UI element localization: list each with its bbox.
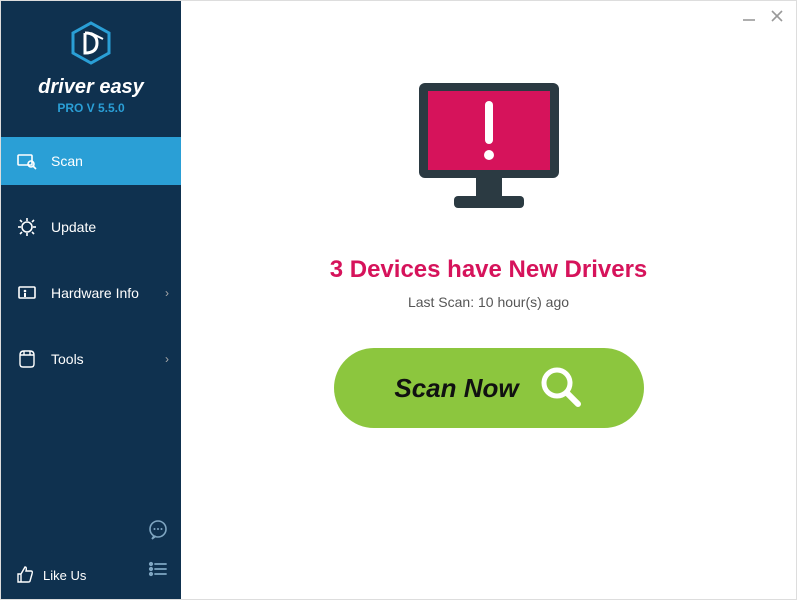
info-icon <box>17 283 39 303</box>
scan-now-button[interactable]: Scan Now <box>334 348 644 428</box>
nav-label: Update <box>51 219 96 235</box>
window-controls <box>742 9 784 28</box>
nav: Scan Update Hardware Info › <box>1 137 181 383</box>
app-logo-icon <box>67 19 115 67</box>
thumbs-up-icon <box>15 564 35 587</box>
scan-icon <box>17 151 39 171</box>
nav-label: Tools <box>51 351 84 367</box>
sidebar-item-tools[interactable]: Tools › <box>1 335 181 383</box>
gear-icon <box>17 217 39 237</box>
last-scan-text: Last Scan: 10 hour(s) ago <box>408 294 569 310</box>
alert-title: 3 Devices have New Drivers <box>330 256 648 284</box>
nav-label: Hardware Info <box>51 285 139 301</box>
close-button[interactable] <box>770 9 784 28</box>
search-icon <box>537 363 583 414</box>
feedback-icon[interactable] <box>147 519 169 546</box>
version-label: PRO V 5.5.0 <box>1 101 181 115</box>
main-panel: 3 Devices have New Drivers Last Scan: 10… <box>181 1 796 599</box>
sidebar-item-scan[interactable]: Scan <box>1 137 181 185</box>
chevron-right-icon: › <box>165 352 169 366</box>
logo-area: driver easy PRO V 5.5.0 <box>1 1 181 123</box>
menu-list-icon[interactable] <box>147 558 169 585</box>
app-window: driver easy PRO V 5.5.0 Scan Update <box>1 1 796 599</box>
nav-label: Scan <box>51 153 83 169</box>
like-us-label: Like Us <box>43 568 86 583</box>
minimize-button[interactable] <box>742 9 756 28</box>
sidebar: driver easy PRO V 5.5.0 Scan Update <box>1 1 181 599</box>
brand-name: driver easy <box>1 76 181 99</box>
sidebar-item-update[interactable]: Update <box>1 203 181 251</box>
alert-monitor-graphic <box>404 75 574 230</box>
tools-icon <box>17 349 39 369</box>
sidebar-footer-icons <box>147 519 169 585</box>
sidebar-item-hardware-info[interactable]: Hardware Info › <box>1 269 181 317</box>
scan-now-label: Scan Now <box>394 373 518 404</box>
chevron-right-icon: › <box>165 286 169 300</box>
